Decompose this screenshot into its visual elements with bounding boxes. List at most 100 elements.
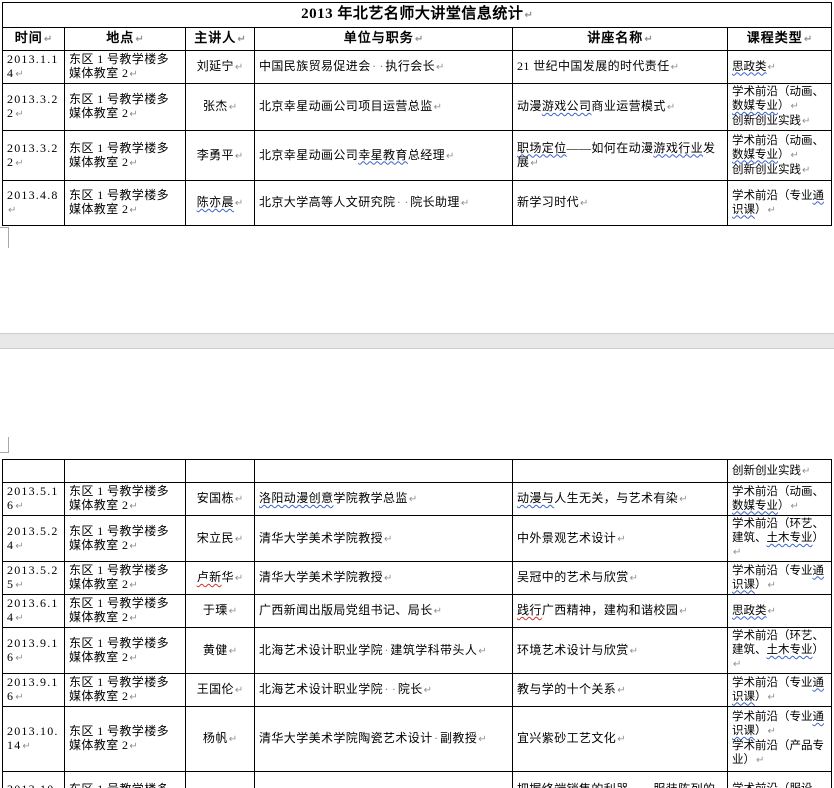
space-formatting-mark: · — [378, 59, 385, 73]
paragraph-mark-icon: ↵ — [15, 501, 23, 512]
paragraph-mark-icon: ↵ — [667, 102, 675, 113]
paragraph-mark-icon: ↵ — [15, 692, 23, 703]
cell-speaker: 刘延宁↵ — [186, 51, 255, 84]
paragraph-mark-icon: ↵ — [229, 734, 237, 745]
paragraph-mark-icon: ↵ — [768, 205, 776, 216]
cell-unit: 北海艺术设计职业学院·建筑学科带头人↵ — [255, 628, 513, 674]
spellcheck-blue-wavy: 思政类 — [732, 61, 767, 73]
paragraph-mark-icon: ↵ — [679, 606, 687, 617]
lecture-table-page1: 2013 年北艺名师大讲堂信息统计↵ 时间↵地点↵主讲人↵单位与职务↵讲座名称↵… — [2, 2, 832, 226]
table-row: 2013.6.14↵东区 1 号教学楼多媒体教室 2↵于瑮↵广西新闻出版局党组书… — [3, 595, 832, 628]
cell-place — [65, 460, 186, 483]
cell-lecture: 职场定位——如何在动漫游戏行业发展↵ — [513, 131, 728, 181]
cell-course: 创新创业实践↵ — [728, 460, 832, 483]
cell-lecture: 环境艺术设计与欣赏↵ — [513, 628, 728, 674]
paragraph-mark-icon: ↵ — [129, 580, 137, 591]
paragraph-mark-icon: ↵ — [804, 34, 812, 45]
cell-course: 学术前沿（动画、数媒专业）↵ — [728, 483, 832, 516]
paragraph-mark-icon: ↵ — [235, 534, 243, 545]
paragraph-mark-icon: ↵ — [617, 534, 625, 545]
paragraph-mark-icon: ↵ — [791, 501, 799, 512]
cell-date: 2013.3.22↵ — [3, 131, 65, 181]
spellcheck-blue-wavy: 职场定位 — [517, 141, 567, 155]
cell-place: 东区 1 号教学楼多媒体教室 2↵ — [65, 483, 186, 516]
table-row: 2013.5.25↵东区 1 号教学楼多媒体教室 2↵卢新华↵清华大学美术学院教… — [3, 562, 832, 595]
document-page: 2013 年北艺名师大讲堂信息统计↵ 时间↵地点↵主讲人↵单位与职务↵讲座名称↵… — [0, 0, 834, 788]
title-row: 2013 年北艺名师大讲堂信息统计↵ — [3, 3, 832, 28]
paragraph-mark-icon: ↵ — [791, 150, 799, 161]
table-title: 2013 年北艺名师大讲堂信息统计 — [301, 6, 523, 22]
table-row: 创新创业实践↵ — [3, 460, 832, 483]
cell-course: 学术前沿（服设、服工专业）↵ — [728, 772, 832, 788]
cell-place: 东区 1 号教学楼多媒体教室 2↵ — [65, 772, 186, 788]
spellcheck-blue-wavy: 通识课 — [732, 565, 824, 591]
cell-place: 东区 1 号教学楼多媒体教室 2↵ — [65, 628, 186, 674]
column-header-row: 时间↵地点↵主讲人↵单位与职务↵讲座名称↵课程类型↵ — [3, 28, 832, 51]
paragraph-mark-icon: ↵ — [617, 685, 625, 696]
paragraph-mark-icon: ↵ — [384, 534, 392, 545]
cell-date: 2013.5.25↵ — [3, 562, 65, 595]
cell-course: 学术前沿（专业通识课）↵ — [728, 181, 832, 226]
space-formatting-mark: · — [371, 59, 378, 73]
paragraph-mark-icon: ↵ — [461, 198, 469, 209]
cell-speaker — [186, 460, 255, 483]
paragraph-mark-icon: ↵ — [8, 205, 16, 216]
space-formatting-mark: · — [395, 195, 402, 209]
cell-speaker: 陈亦晨↵ — [186, 181, 255, 226]
table-row: 2013.3.22↵东区 1 号教学楼多媒体教室 2↵张杰↵北京幸星动画公司项目… — [3, 84, 832, 131]
page1-margin-corner-mark — [0, 227, 9, 248]
paragraph-mark-icon: ↵ — [768, 726, 776, 737]
cell-unit: 北京工业大学艺术设计学院··讲师↵ — [255, 772, 513, 788]
cell-lecture: 21 世纪中国发展的时代责任↵ — [513, 51, 728, 84]
paragraph-mark-icon: ↵ — [15, 158, 23, 169]
cell-unit: 清华大学美术学院陶瓷艺术设计·副教授↵ — [255, 707, 513, 772]
paragraph-mark-icon: ↵ — [235, 685, 243, 696]
table-title-cell: 2013 年北艺名师大讲堂信息统计↵ — [3, 3, 832, 28]
paragraph-mark-icon: ↵ — [129, 158, 137, 169]
cell-date: 2013.5.16↵ — [3, 483, 65, 516]
paragraph-mark-icon: ↵ — [229, 606, 237, 617]
table-row: 2013.10.14↵东区 1 号教学楼多媒体教室 2↵杨帆↵清华大学美术学院陶… — [3, 707, 832, 772]
cell-date: 2013.1.14↵ — [3, 51, 65, 84]
cell-speaker: 赵亚杰↵ — [186, 772, 255, 788]
spellcheck-blue-wavy: 通识课 — [732, 190, 824, 216]
paragraph-mark-icon: ↵ — [671, 62, 679, 73]
cell-unit: 清华大学美术学院教授↵ — [255, 516, 513, 562]
cell-date: 2013.9.16↵ — [3, 628, 65, 674]
column-header-4: 讲座名称↵ — [513, 28, 728, 51]
paragraph-mark-icon: ↵ — [235, 151, 243, 162]
paragraph-mark-icon: ↵ — [229, 102, 237, 113]
column-header-5: 课程类型↵ — [728, 28, 832, 51]
spellcheck-blue-wavy: 游戏行业 — [653, 141, 703, 155]
paragraph-mark-icon: ↵ — [580, 198, 588, 209]
paragraph-mark-icon: ↵ — [15, 541, 23, 552]
paragraph-mark-icon: ↵ — [129, 205, 137, 216]
paragraph-mark-icon: ↵ — [644, 34, 652, 45]
paragraph-mark-icon: ↵ — [15, 613, 23, 624]
paragraph-mark-icon: ↵ — [129, 613, 137, 624]
paragraph-mark-icon: ↵ — [617, 734, 625, 745]
paragraph-mark-icon: ↵ — [129, 501, 137, 512]
paragraph-mark-icon: ↵ — [44, 34, 52, 45]
paragraph-mark-icon: ↵ — [733, 547, 741, 558]
paragraph-mark-icon: ↵ — [768, 692, 776, 703]
spellcheck-blue-wavy: 数媒专业 — [732, 100, 778, 112]
cell-place: 东区 1 号教学楼多媒体教室 2↵ — [65, 516, 186, 562]
spellcheck-blue-wavy: 土木专业 — [767, 532, 813, 544]
paragraph-mark-icon: ↵ — [129, 653, 137, 664]
paragraph-mark-icon: ↵ — [530, 158, 538, 169]
paragraph-mark-icon: ↵ — [129, 741, 137, 752]
cell-speaker: 安国栋↵ — [186, 483, 255, 516]
paragraph-mark-icon: ↵ — [235, 62, 243, 73]
cell-unit: 中国民族贸易促进会··执行会长↵ — [255, 51, 513, 84]
table-row: 2013.5.16↵东区 1 号教学楼多媒体教室 2↵安国栋↵洛阳动漫创意学院教… — [3, 483, 832, 516]
cell-place: 东区 1 号教学楼多媒体教室 2↵ — [65, 595, 186, 628]
table-body-page2: 创新创业实践↵2013.5.16↵东区 1 号教学楼多媒体教室 2↵安国栋↵洛阳… — [3, 460, 832, 788]
cell-speaker: 卢新华↵ — [186, 562, 255, 595]
paragraph-mark-icon: ↵ — [415, 34, 423, 45]
paragraph-mark-icon: ↵ — [15, 653, 23, 664]
paragraph-mark-icon: ↵ — [235, 494, 243, 505]
paragraph-mark-icon: ↵ — [802, 165, 810, 176]
spellcheck-blue-wavy: 思政类 — [732, 605, 767, 617]
paragraph-mark-icon: ↵ — [135, 34, 143, 45]
